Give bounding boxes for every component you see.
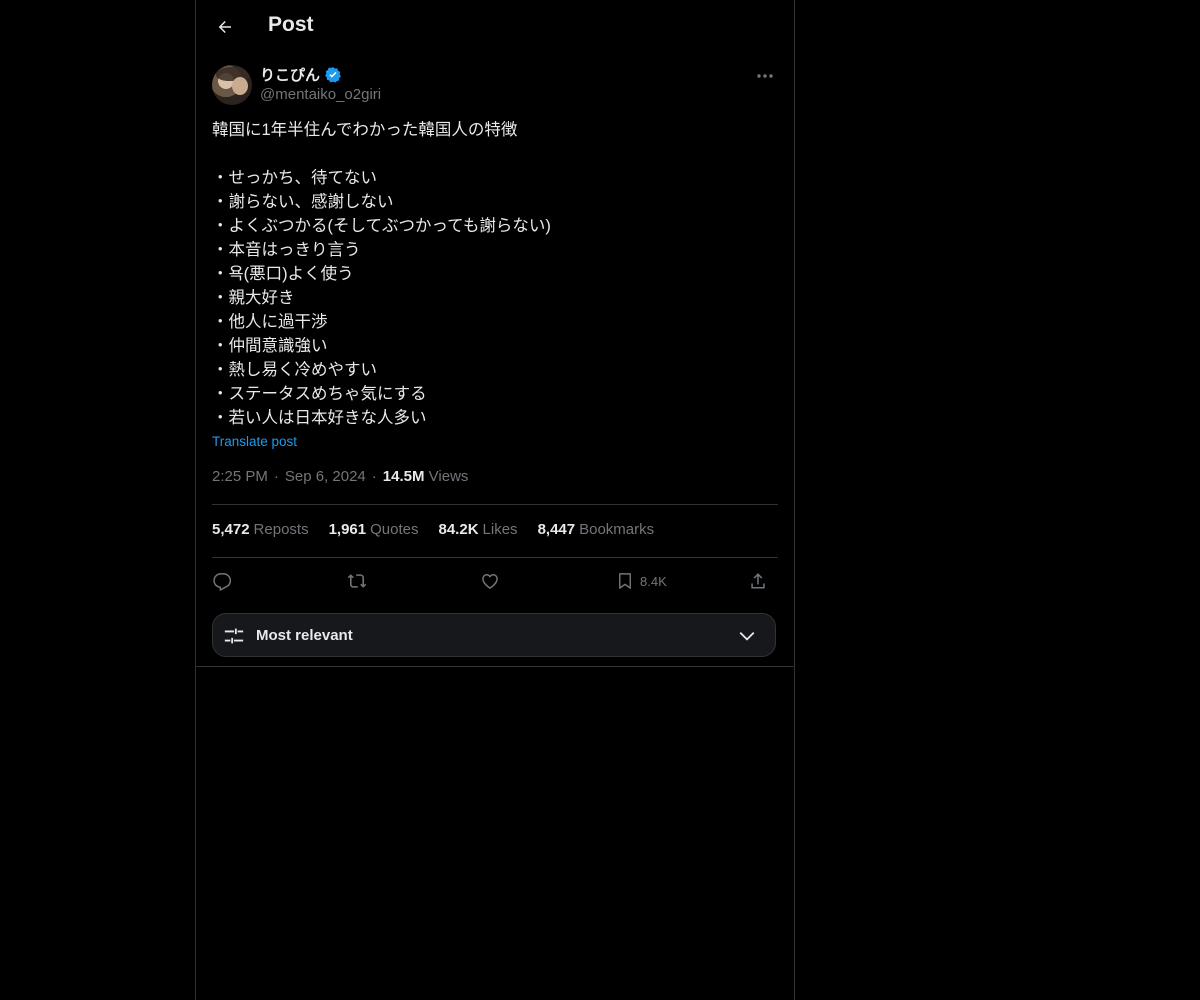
stat-count: 8,447 bbox=[537, 521, 576, 538]
stat-label: Likes bbox=[482, 521, 518, 538]
views-count: 14.5M bbox=[382, 468, 425, 485]
post-meta: 2:25 PM · Sep 6, 2024 · 14.5M Views bbox=[212, 468, 468, 485]
sort-replies-dropdown[interactable]: Most relevant bbox=[212, 613, 776, 657]
stat-likes[interactable]: 84.2K Likes bbox=[439, 521, 518, 538]
action-bar: 8.4K bbox=[212, 566, 778, 598]
post-column: Post りこぴん @mentaiko_o2giri 韓国に1年半住んでわかった… bbox=[195, 0, 795, 1000]
sort-label: Most relevant bbox=[256, 627, 353, 644]
post-time[interactable]: 2:25 PM bbox=[212, 468, 268, 485]
translate-link[interactable]: Translate post bbox=[212, 434, 297, 449]
handle[interactable]: @mentaiko_o2giri bbox=[260, 86, 381, 103]
like-button[interactable] bbox=[480, 566, 500, 596]
views: 14.5M Views bbox=[383, 468, 469, 485]
back-button[interactable] bbox=[212, 14, 238, 40]
stat-label: Quotes bbox=[370, 521, 419, 538]
separator: · bbox=[273, 468, 279, 485]
separator: · bbox=[371, 468, 377, 485]
share-button[interactable] bbox=[748, 566, 768, 596]
section-divider bbox=[196, 666, 794, 667]
heart-icon bbox=[482, 574, 498, 589]
more-button[interactable] bbox=[752, 66, 778, 86]
post-text: 韓国に1年半住んでわかった韓国人の特徴 ・せっかち、待てない ・謝らない、感謝し… bbox=[212, 121, 551, 427]
bookmark-button[interactable]: 8.4K bbox=[616, 566, 667, 596]
name-row: りこぴん bbox=[260, 64, 342, 85]
divider bbox=[212, 504, 778, 505]
avatar-face bbox=[232, 77, 248, 95]
stat-quotes[interactable]: 1,961 Quotes bbox=[329, 521, 419, 538]
repost-icon bbox=[347, 574, 367, 588]
sliders-icon bbox=[224, 628, 244, 644]
repost-button[interactable] bbox=[346, 566, 368, 596]
stat-count: 5,472 bbox=[212, 521, 250, 538]
bookmark-count: 8.4K bbox=[640, 573, 667, 589]
more-horizontal-icon bbox=[757, 74, 773, 78]
bookmark-icon bbox=[619, 573, 631, 589]
stat-reposts[interactable]: 5,472 Reposts bbox=[212, 521, 309, 538]
engagement-stats: 5,472 Reposts 1,961 Quotes 84.2K Likes 8,44… bbox=[212, 521, 654, 538]
chevron-down-icon bbox=[739, 631, 755, 641]
views-label: Views bbox=[428, 468, 469, 485]
reply-icon bbox=[213, 573, 232, 591]
display-name[interactable]: りこぴん bbox=[260, 64, 320, 85]
stat-count: 1,961 bbox=[328, 521, 367, 538]
verified-badge-icon bbox=[325, 66, 341, 82]
stat-bookmarks[interactable]: 8,447 Bookmarks bbox=[538, 521, 655, 538]
post-author: りこぴん @mentaiko_o2giri bbox=[212, 64, 778, 108]
reply-button[interactable] bbox=[212, 566, 232, 596]
header: Post bbox=[196, 0, 794, 54]
arrow-left-icon bbox=[218, 21, 231, 33]
stat-count: 84.2K bbox=[438, 521, 479, 538]
stat-label: Bookmarks bbox=[579, 521, 655, 538]
share-icon bbox=[751, 573, 765, 589]
divider bbox=[212, 557, 778, 558]
page-title: Post bbox=[268, 13, 314, 36]
stat-label: Reposts bbox=[253, 521, 309, 538]
avatar[interactable] bbox=[212, 65, 252, 105]
post-date[interactable]: Sep 6, 2024 bbox=[285, 468, 366, 485]
